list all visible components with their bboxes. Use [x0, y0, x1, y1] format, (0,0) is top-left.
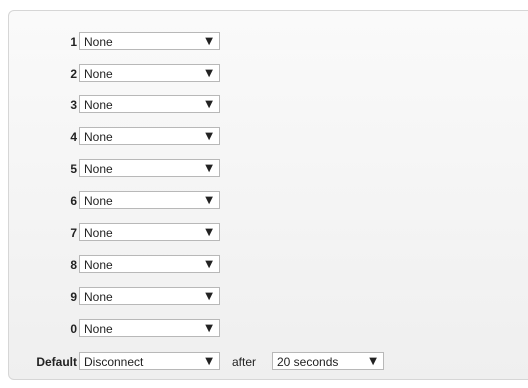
chevron-down-icon: ▼	[205, 163, 213, 174]
chevron-down-icon: ▼	[205, 291, 213, 302]
key-2-action-select[interactable]: None ▼	[79, 64, 220, 82]
chevron-down-icon: ▼	[205, 68, 213, 79]
key-9-action-select[interactable]: None ▼	[79, 287, 220, 305]
key-label: 5	[70, 162, 77, 176]
select-value: None	[84, 162, 113, 176]
chevron-down-icon: ▼	[205, 195, 213, 206]
chevron-down-icon: ▼	[205, 36, 213, 47]
chevron-down-icon: ▼	[205, 131, 213, 142]
select-value: None	[84, 226, 113, 240]
chevron-down-icon: ▼	[205, 259, 213, 270]
key-label: 9	[70, 290, 77, 304]
key-3-action-select[interactable]: None ▼	[79, 95, 220, 113]
select-value: None	[84, 290, 113, 304]
key-label: 4	[70, 130, 77, 144]
chevron-down-icon: ▼	[205, 227, 213, 238]
select-value: None	[84, 67, 113, 81]
select-value: Disconnect	[84, 355, 144, 369]
select-value: None	[84, 130, 113, 144]
keypad-mapping-panel: 1 None ▼ 2 None ▼ 3 None ▼ 4 None ▼ 5 No…	[8, 10, 528, 380]
key-4-action-select[interactable]: None ▼	[79, 127, 220, 145]
select-value: None	[84, 322, 113, 336]
select-value: 20 seconds	[277, 355, 339, 369]
timeout-select[interactable]: 20 seconds ▼	[272, 352, 384, 370]
select-value: None	[84, 194, 113, 208]
chevron-down-icon: ▼	[369, 356, 377, 367]
key-7-action-select[interactable]: None ▼	[79, 223, 220, 241]
select-value: None	[84, 35, 113, 49]
default-label: Default	[36, 355, 77, 369]
key-label: 2	[70, 67, 77, 81]
key-6-action-select[interactable]: None ▼	[79, 191, 220, 209]
key-0-action-select[interactable]: None ▼	[79, 319, 220, 337]
chevron-down-icon: ▼	[205, 356, 213, 367]
default-action-select[interactable]: Disconnect ▼	[79, 352, 220, 370]
chevron-down-icon: ▼	[205, 323, 213, 334]
key-label: 1	[70, 35, 77, 49]
key-label: 3	[70, 98, 77, 112]
key-8-action-select[interactable]: None ▼	[79, 255, 220, 273]
key-5-action-select[interactable]: None ▼	[79, 159, 220, 177]
key-label: 0	[70, 322, 77, 336]
key-label: 6	[70, 194, 77, 208]
after-label: after	[232, 355, 257, 369]
key-label: 8	[70, 258, 77, 272]
key-label: 7	[70, 226, 77, 240]
select-value: None	[84, 98, 113, 112]
select-value: None	[84, 258, 113, 272]
chevron-down-icon: ▼	[205, 99, 213, 110]
key-1-action-select[interactable]: None ▼	[79, 32, 220, 50]
